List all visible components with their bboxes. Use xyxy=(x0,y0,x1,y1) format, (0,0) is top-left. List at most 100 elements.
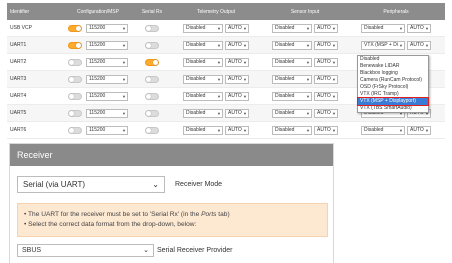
msp-toggle[interactable] xyxy=(68,58,82,66)
msp-toggle[interactable] xyxy=(68,126,82,134)
sensor-baud-select[interactable]: AUTO ▼ xyxy=(314,125,338,135)
receiver-panel: Receiver Serial (via UART) ⌄ Receiver Mo… xyxy=(9,143,334,263)
msp-baud-select[interactable]: 115200 ▼ xyxy=(86,108,128,118)
peripheral-dropdown-list[interactable]: Disabled Benewake LIDAR Blackbox logging Ca… xyxy=(357,55,429,113)
dropdown-option[interactable]: Camera (RunCam Protocol) xyxy=(358,77,428,84)
sensor-baud-select[interactable]: AUTO ▼ xyxy=(314,57,338,67)
dropdown-option[interactable]: VTX (IRC Tramp) xyxy=(358,91,428,98)
chevron-down-icon: ⌄ xyxy=(143,247,149,254)
chevron-down-icon: ▼ xyxy=(217,93,221,99)
chevron-down-icon: ▼ xyxy=(332,110,336,116)
dropdown-option[interactable]: Benewake LIDAR xyxy=(358,63,428,70)
telemetry-select[interactable]: Disabled ▼ xyxy=(183,40,223,50)
msp-baud-select[interactable]: 115200 ▼ xyxy=(86,74,128,84)
port-identifier: UART4 xyxy=(10,93,27,99)
chevron-down-icon: ▼ xyxy=(243,59,247,65)
peripheral-select[interactable]: VTX (MSP + Di ▼ xyxy=(361,40,405,50)
chevron-down-icon: ▼ xyxy=(243,110,247,116)
chevron-down-icon: ▼ xyxy=(217,127,221,133)
chevron-down-icon: ▼ xyxy=(399,42,403,48)
peripheral-select[interactable]: Disabled▼ xyxy=(361,23,405,33)
sensor-baud-select[interactable]: AUTO ▼ xyxy=(314,74,338,84)
msp-toggle[interactable] xyxy=(68,41,82,49)
ports-table-header: Identifier Configuration/MSP Serial Rx T… xyxy=(7,3,445,20)
peripheral-select[interactable]: Disabled▼ xyxy=(361,125,405,135)
sensor-baud-select[interactable]: AUTO ▼ xyxy=(314,108,338,118)
chevron-down-icon: ▼ xyxy=(122,76,126,82)
chevron-down-icon: ▼ xyxy=(306,93,310,99)
port-identifier: USB VCP xyxy=(10,25,32,31)
receiver-mode-select[interactable]: Serial (via UART) ⌄ xyxy=(17,176,165,193)
serial-provider-select[interactable]: SBUS ⌄ xyxy=(17,244,154,257)
telemetry-select[interactable]: Disabled ▼ xyxy=(183,91,223,101)
msp-toggle[interactable] xyxy=(68,24,82,32)
receiver-note-line1: • The UART for the receiver must be set … xyxy=(24,211,230,218)
header-configuration: Configuration/MSP xyxy=(77,8,119,15)
sensor-baud-select[interactable]: AUTO ▼ xyxy=(314,40,338,50)
msp-baud-select[interactable]: 115200 ▼ xyxy=(86,40,128,50)
serial-rx-toggle[interactable] xyxy=(145,24,159,32)
chevron-down-icon: ▼ xyxy=(399,127,403,133)
chevron-down-icon: ▼ xyxy=(243,76,247,82)
sensor-select[interactable]: Disabled ▼ xyxy=(272,125,312,135)
telemetry-baud-select[interactable]: AUTO ▼ xyxy=(225,40,249,50)
chevron-down-icon: ▼ xyxy=(243,127,247,133)
peripheral-baud-select[interactable]: AUTO▼ xyxy=(407,23,431,33)
peripheral-baud-select[interactable]: AUTO▼ xyxy=(407,40,431,50)
chevron-down-icon: ▼ xyxy=(122,110,126,116)
chevron-down-icon: ▼ xyxy=(306,110,310,116)
msp-baud-select[interactable]: 115200 ▼ xyxy=(86,57,128,67)
sensor-select[interactable]: Disabled ▼ xyxy=(272,91,312,101)
dropdown-option[interactable]: OSD (FrSky Protocol) xyxy=(358,84,428,91)
sensor-select[interactable]: Disabled ▼ xyxy=(272,108,312,118)
telemetry-select[interactable]: Disabled ▼ xyxy=(183,74,223,84)
telemetry-baud-select[interactable]: AUTO ▼ xyxy=(225,23,249,33)
telemetry-baud-select[interactable]: AUTO ▼ xyxy=(225,74,249,84)
table-row: UART1 115200 ▼ Disabled ▼ AUTO ▼ Disabled ▼ … xyxy=(7,37,445,54)
telemetry-select[interactable]: Disabled ▼ xyxy=(183,57,223,67)
msp-toggle[interactable] xyxy=(68,92,82,100)
serial-rx-toggle[interactable] xyxy=(145,58,159,66)
telemetry-select[interactable]: Disabled ▼ xyxy=(183,23,223,33)
sensor-select[interactable]: Disabled ▼ xyxy=(272,57,312,67)
telemetry-select[interactable]: Disabled ▼ xyxy=(183,108,223,118)
receiver-mode-label: Receiver Mode xyxy=(175,181,223,188)
serial-rx-toggle[interactable] xyxy=(145,41,159,49)
peripheral-baud-select[interactable]: AUTO▼ xyxy=(407,125,431,135)
sensor-select[interactable]: Disabled ▼ xyxy=(272,74,312,84)
msp-toggle[interactable] xyxy=(68,109,82,117)
port-identifier: UART2 xyxy=(10,59,27,65)
telemetry-baud-select[interactable]: AUTO ▼ xyxy=(225,125,249,135)
telemetry-select[interactable]: Disabled ▼ xyxy=(183,125,223,135)
telemetry-baud-select[interactable]: AUTO ▼ xyxy=(225,108,249,118)
table-row: UART6 115200 ▼ Disabled ▼ AUTO ▼ Disabled ▼ … xyxy=(7,122,445,139)
chevron-down-icon: ▼ xyxy=(399,25,403,31)
telemetry-baud-select[interactable]: AUTO ▼ xyxy=(225,57,249,67)
sensor-select[interactable]: Disabled ▼ xyxy=(272,23,312,33)
serial-provider-label: Serial Receiver Provider xyxy=(157,247,233,254)
chevron-down-icon: ▼ xyxy=(217,76,221,82)
msp-baud-select[interactable]: 115200 ▼ xyxy=(86,91,128,101)
receiver-note: • The UART for the receiver must be set … xyxy=(17,203,328,237)
chevron-down-icon: ▼ xyxy=(122,25,126,31)
sensor-baud-select[interactable]: AUTO ▼ xyxy=(314,23,338,33)
port-identifier: UART6 xyxy=(10,127,27,133)
sensor-select[interactable]: Disabled ▼ xyxy=(272,40,312,50)
msp-toggle[interactable] xyxy=(68,75,82,83)
serial-rx-toggle[interactable] xyxy=(145,109,159,117)
serial-rx-toggle[interactable] xyxy=(145,126,159,134)
dropdown-option[interactable]: VTX (TBS SmartAudio) xyxy=(358,105,428,112)
sensor-baud-select[interactable]: AUTO ▼ xyxy=(314,91,338,101)
serial-rx-toggle[interactable] xyxy=(145,92,159,100)
chevron-down-icon: ▼ xyxy=(332,59,336,65)
dropdown-option[interactable]: VTX (MSP + Displayport) xyxy=(357,97,429,106)
serial-rx-toggle[interactable] xyxy=(145,75,159,83)
receiver-note-line2: • Select the correct data format from th… xyxy=(24,221,197,228)
dropdown-option[interactable]: Blackbox logging xyxy=(358,70,428,77)
dropdown-option[interactable]: Disabled xyxy=(358,56,428,63)
telemetry-baud-select[interactable]: AUTO ▼ xyxy=(225,91,249,101)
msp-baud-select[interactable]: 115200 ▼ xyxy=(86,125,128,135)
chevron-down-icon: ▼ xyxy=(243,42,247,48)
msp-baud-select[interactable]: 115200 ▼ xyxy=(86,23,128,33)
receiver-mode-value: Serial (via UART) xyxy=(23,180,86,189)
